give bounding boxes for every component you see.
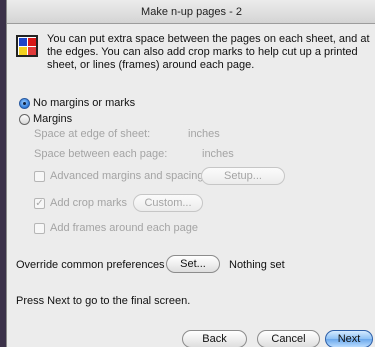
advanced-margins-label: Advanced margins and spacing: [50, 170, 204, 182]
frames-option[interactable]: Add frames around each page: [34, 222, 198, 234]
override-label: Override common preferences: [16, 259, 165, 271]
app-logo-icon: [16, 35, 38, 57]
back-button[interactable]: Back: [182, 330, 247, 347]
no-margins-radio[interactable]: [19, 97, 30, 109]
dialog-window: Make n-up pages - 2 You can put extra sp…: [6, 0, 375, 347]
crop-marks-checkbox[interactable]: ✓: [34, 197, 45, 209]
edge-space-unit: inches: [188, 128, 220, 140]
next-button[interactable]: Next: [325, 330, 373, 347]
no-margins-option[interactable]: No margins or marks: [19, 97, 135, 109]
window-title: Make n-up pages - 2: [7, 0, 375, 24]
between-space-unit: inches: [202, 148, 234, 160]
intro-text: You can put extra space between the page…: [47, 33, 370, 71]
edge-space-label: Space at edge of sheet:: [34, 128, 151, 140]
custom-button[interactable]: Custom...: [133, 194, 203, 212]
margins-radio[interactable]: [19, 113, 30, 125]
frames-label: Add frames around each page: [50, 222, 198, 234]
no-margins-label: No margins or marks: [33, 97, 136, 109]
advanced-margins-option[interactable]: Advanced margins and spacing: [34, 170, 203, 182]
margins-label: Margins: [33, 113, 73, 125]
crop-marks-label: Add crop marks: [50, 197, 128, 209]
frames-checkbox[interactable]: [34, 222, 45, 234]
crop-marks-option[interactable]: ✓ Add crop marks: [34, 197, 127, 209]
override-status: Nothing set: [229, 259, 285, 271]
setup-button[interactable]: Setup...: [201, 167, 285, 185]
margins-option[interactable]: Margins: [19, 113, 72, 125]
cancel-button[interactable]: Cancel: [257, 330, 320, 347]
between-space-label: Space between each page:: [34, 148, 168, 160]
advanced-margins-checkbox[interactable]: [34, 170, 45, 182]
set-button[interactable]: Set...: [166, 255, 220, 273]
footer-hint: Press Next to go to the final screen.: [16, 295, 191, 307]
